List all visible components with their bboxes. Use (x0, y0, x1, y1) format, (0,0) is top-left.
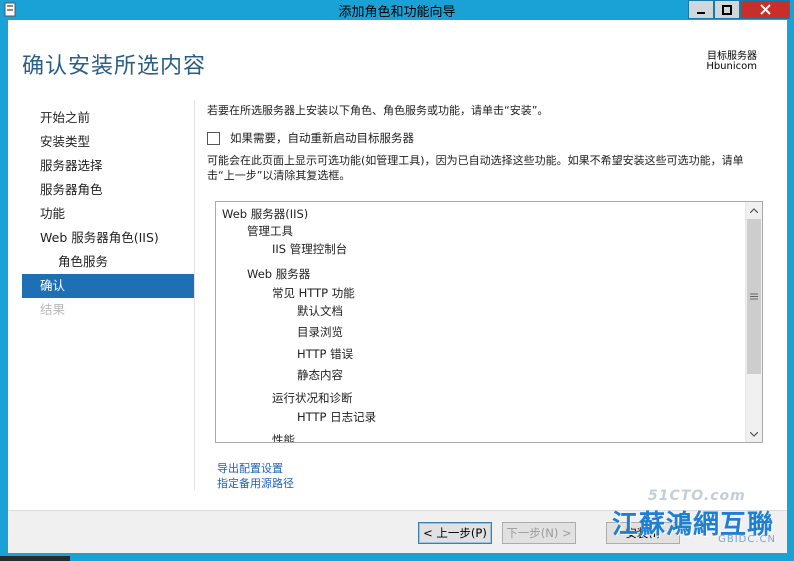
wizard-nav: 开始之前 安装类型 服务器选择 服务器角色 功能 Web 服务器角色(IIS) … (22, 106, 194, 322)
tree-item-http-errors: HTTP 错误 (297, 347, 354, 361)
alternate-source-link[interactable]: 指定备用源路径 (217, 475, 294, 491)
tree-item-web-server-iis: Web 服务器(IIS) (222, 207, 309, 221)
close-button[interactable] (740, 0, 790, 19)
nav-item-before-you-begin[interactable]: 开始之前 (22, 106, 194, 130)
tree-item-common-http: 常见 HTTP 功能 (272, 286, 355, 300)
tree-item-http-logging: HTTP 日志记录 (297, 410, 377, 424)
nav-item-web-server-role[interactable]: Web 服务器角色(IIS) (22, 226, 194, 250)
wizard-client-area: 确认安装所选内容 目标服务器 Hbunicom 开始之前 安装类型 服务器选择 … (8, 20, 787, 553)
destination-server-value: Hbunicom (706, 61, 757, 72)
tree-item-static-content: 静态内容 (297, 368, 343, 382)
nav-divider (194, 100, 195, 490)
minimize-icon (697, 11, 705, 14)
scroll-up-button[interactable] (746, 202, 762, 218)
scroll-thumb[interactable] (747, 219, 761, 374)
tree-item-performance: 性能 (272, 433, 295, 443)
restart-checkbox-label[interactable]: 如果需要，自动重新启动目标服务器 (230, 130, 414, 146)
selection-list-scrollbar[interactable] (745, 202, 762, 442)
chevron-up-icon (750, 207, 758, 213)
title-bar[interactable]: 添加角色和功能向导 (0, 0, 794, 20)
window-bottom-border (0, 553, 794, 561)
chevron-down-icon (750, 431, 758, 437)
optional-features-note: 可能会在此页面上显示可选功能(如管理工具)，因为已自动选择这些功能。如果不希望安… (207, 154, 744, 182)
nav-item-confirmation[interactable]: 确认 (22, 274, 194, 298)
export-config-link[interactable]: 导出配置设置 (217, 460, 283, 476)
restart-checkbox[interactable] (207, 131, 220, 145)
nav-item-installation-type[interactable]: 安装类型 (22, 130, 194, 154)
nav-item-features[interactable]: 功能 (22, 202, 194, 226)
tree-item-default-document: 默认文档 (297, 304, 343, 318)
wizard-window: 添加角色和功能向导 确认安装所选内容 目标服务器 Hbunicom 开始之前 安… (0, 0, 794, 561)
nav-item-role-services[interactable]: 角色服务 (22, 250, 194, 274)
tree-item-iis-console: IIS 管理控制台 (272, 242, 348, 256)
tree-item-health-diagnostics: 运行状况和诊断 (272, 391, 353, 405)
selection-list[interactable]: Web 服务器(IIS) 管理工具 IIS 管理控制台 Web 服务器 常见 H… (215, 201, 763, 443)
watermark-top-text: 51CTO.com (648, 488, 746, 504)
taskbar-fragment (0, 556, 70, 561)
nav-item-results: 结果 (40, 302, 66, 317)
minimize-button[interactable] (688, 0, 714, 19)
nav-item-server-roles[interactable]: 服务器角色 (22, 178, 194, 202)
maximize-button[interactable] (714, 0, 740, 19)
previous-button[interactable]: < 上一步(P) (418, 522, 492, 544)
close-icon (759, 4, 771, 15)
nav-item-server-selection[interactable]: 服务器选择 (22, 154, 194, 178)
restart-option[interactable]: 如果需要，自动重新启动目标服务器 (207, 130, 414, 146)
window-title: 添加角色和功能向导 (338, 5, 456, 20)
watermark-bottom-text: GBIDC.CN (718, 534, 776, 545)
grip-icon (750, 293, 758, 300)
destination-server-label: 目标服务器 (707, 51, 757, 62)
scroll-down-button[interactable] (746, 426, 762, 442)
tree-item-directory-browsing: 目录浏览 (297, 325, 343, 339)
next-button: 下一步(N) > (502, 522, 576, 544)
maximize-icon (722, 4, 732, 15)
page-title: 确认安装所选内容 (22, 54, 207, 79)
tree-item-management-tools: 管理工具 (247, 224, 293, 238)
watermark-logo: 51CTO.com 江蘇鴻網互聯 GBIDC.CN (608, 488, 794, 554)
tree-item-web-server: Web 服务器 (247, 267, 311, 281)
intro-text: 若要在所选服务器上安装以下角色、角色服务或功能，请单击“安装”。 (207, 104, 549, 117)
